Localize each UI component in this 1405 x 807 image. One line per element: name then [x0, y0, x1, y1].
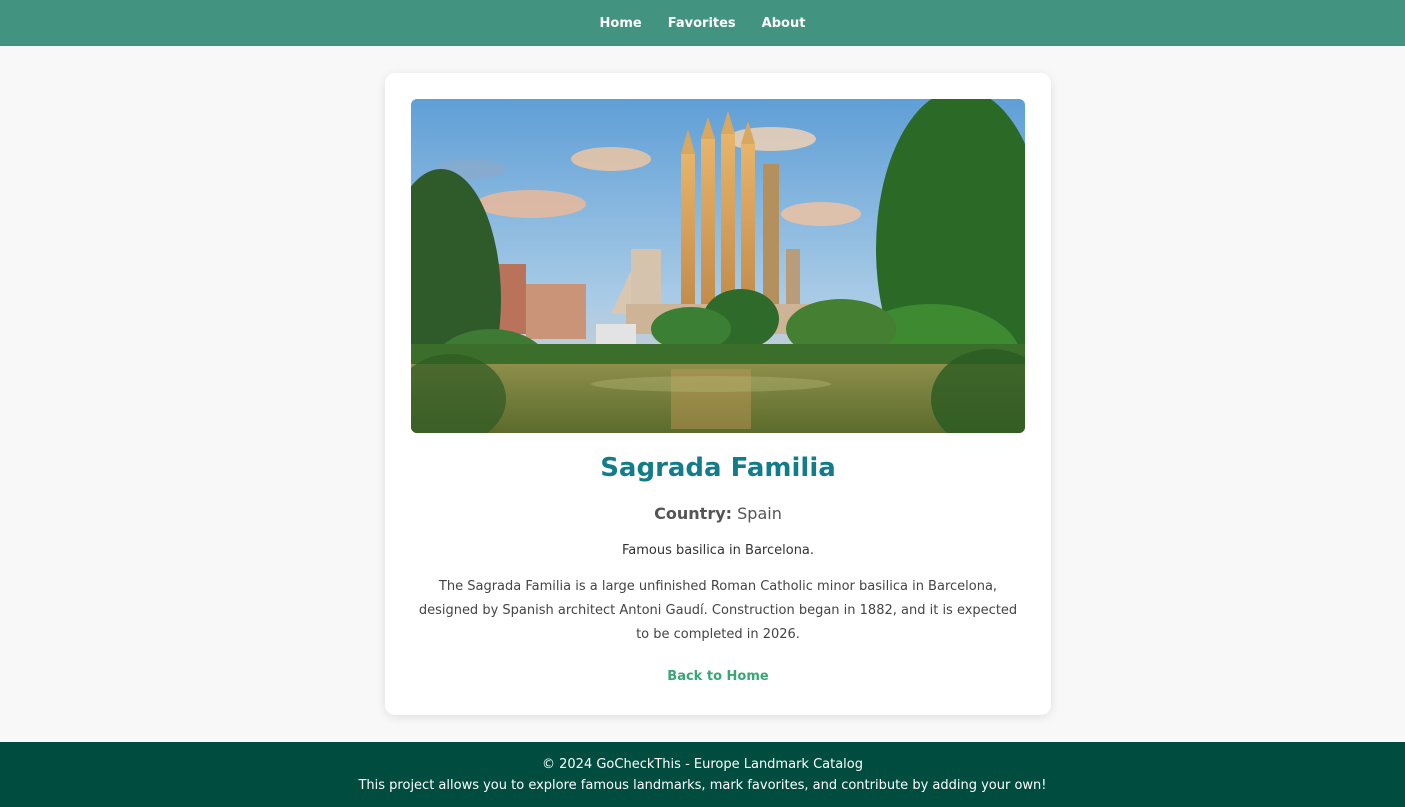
landmark-short-description: Famous basilica in Barcelona.: [621, 543, 815, 558]
landmark-long-description: The Sagrada Familia is a large unfinishe…: [418, 579, 1018, 642]
country-value: Spain: [737, 504, 782, 523]
footer-copyright: © 2024 GoCheckThis - Europe Landmark Cat…: [542, 757, 863, 772]
back-to-home-link[interactable]: Back to Home: [385, 669, 1051, 684]
nav-link-home[interactable]: Home: [600, 16, 642, 31]
landmark-photo-illustration: [411, 99, 1025, 433]
nav-link-about[interactable]: About: [762, 16, 806, 31]
landmark-title: Sagrada Familia: [600, 453, 836, 483]
nav-link-favorites[interactable]: Favorites: [668, 16, 736, 31]
page-footer: © 2024 GoCheckThis - Europe Landmark Cat…: [0, 742, 1405, 807]
top-navbar: Home Favorites About: [0, 0, 1405, 46]
country-label: Country:: [654, 504, 733, 523]
footer-tagline: This project allows you to explore famou…: [358, 778, 1047, 793]
landmark-image: [411, 99, 1025, 433]
landmark-card: Sagrada Familia Country: Spain Famous ba…: [385, 73, 1051, 715]
landmark-country: Country: Spain: [385, 504, 1051, 523]
